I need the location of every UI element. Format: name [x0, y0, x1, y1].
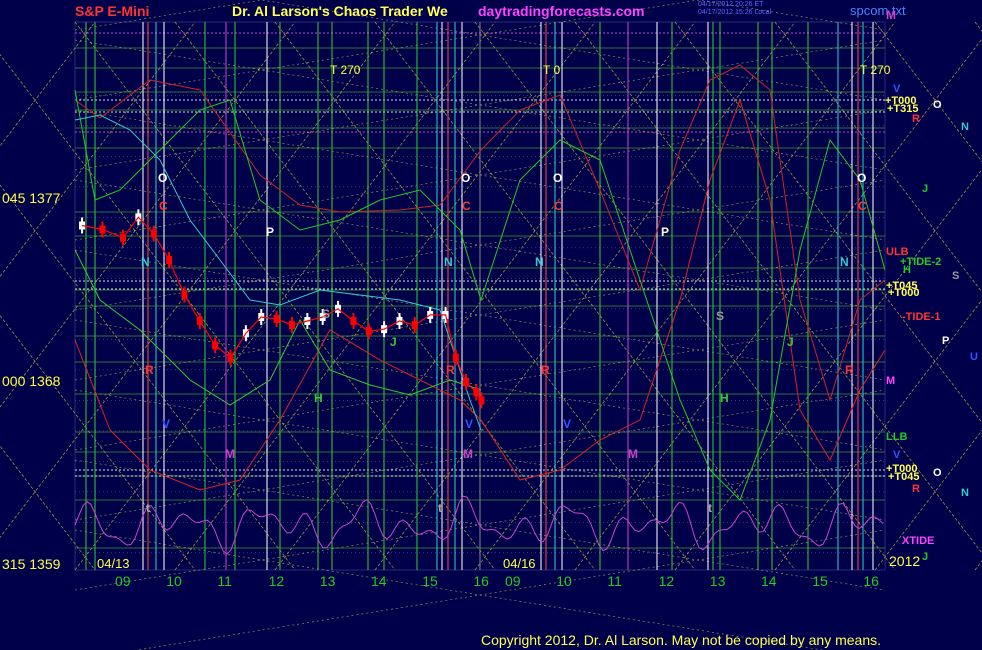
planet-letter: R [145, 363, 154, 377]
planet-letter: P [661, 225, 669, 239]
page-title: Dr. Al Larson's Chaos Trader We [232, 3, 448, 19]
x-tick-label: 13 [320, 573, 336, 589]
planet-letter: R [446, 363, 455, 377]
right-axis-label: +T000 [888, 287, 920, 299]
planet-letter: V [563, 417, 571, 431]
planet-letter: J [390, 335, 397, 349]
planet-letter: S [716, 309, 724, 323]
right-axis-label: V [893, 83, 901, 95]
x-tick-label: 12 [659, 573, 675, 589]
turn-label: T 0 [543, 63, 560, 77]
planet-letter: M [225, 447, 235, 461]
planet-letter: P [266, 225, 274, 239]
site-link[interactable]: daytradingforecasts.com [478, 3, 645, 19]
planet-letter: V [465, 417, 473, 431]
planet-letter: N [840, 255, 849, 269]
date-label: 2012 [889, 553, 920, 569]
x-tick-label: 13 [710, 573, 726, 589]
planet-letter: N [444, 255, 453, 269]
moving-line-up [974, 560, 982, 571]
right-axis-label: U [970, 351, 978, 363]
planet-letter: H [314, 391, 323, 405]
right-axis-label: O [933, 467, 942, 479]
data-file-name: spcom.txt [850, 3, 906, 18]
right-axis-label: +T045 [888, 471, 920, 483]
right-axis-label: R [912, 483, 920, 495]
right-axis-label: J [922, 551, 928, 563]
planet-letter: M [463, 447, 473, 461]
planet-letter: J [787, 335, 794, 349]
right-axis-label: LLB [886, 431, 907, 443]
planet-letter: t [438, 501, 442, 515]
x-tick-label: 10 [556, 573, 572, 589]
right-axis-label: N [961, 121, 969, 133]
x-tick-label: 14 [761, 573, 777, 589]
planet-letter: S [322, 307, 330, 321]
planet-letter: N [535, 255, 544, 269]
planet-letter: V [162, 417, 170, 431]
x-tick-label: 16 [863, 573, 879, 589]
planet-letter: t [708, 501, 712, 515]
right-axis-label: R [912, 113, 920, 125]
x-tick-label: 15 [812, 573, 828, 589]
planet-letter: O [553, 171, 562, 185]
right-axis-label: P [942, 335, 949, 347]
planet-letter: H [720, 391, 729, 405]
x-tick-label: 16 [473, 573, 489, 589]
right-axis-label: XTIDE [902, 535, 934, 547]
chart-window: 045 1377 000 1368 315 1359 09 10 11 12 13 14 15 16… [0, 0, 982, 650]
x-tick-label: 14 [371, 573, 387, 589]
right-axis-label: M [886, 375, 895, 387]
planet-letter: M [628, 447, 638, 461]
timestamp-line-2: 04/17/2012 15:26 Local [698, 9, 772, 16]
turn-label: T 270 [330, 63, 361, 77]
date-label: 04/16 [503, 556, 536, 571]
right-axis-label: H [903, 264, 911, 276]
x-tick-label: 11 [607, 573, 622, 589]
x-tick-label: 12 [269, 573, 285, 589]
planet-letter: C [159, 199, 168, 213]
planet-letter: R [845, 363, 854, 377]
y-tick-label: 315 1359 [2, 556, 61, 572]
right-axis-label: S [952, 270, 959, 282]
timestamp-line-1: 04/17/2012 20:26 ET [698, 1, 764, 8]
date-label: 04/13 [97, 556, 130, 571]
instrument-title: S&P E-Mini [75, 3, 150, 19]
planet-letter: C [858, 199, 867, 213]
corner-label: M [886, 8, 896, 22]
x-tick-label: 09 [505, 573, 521, 589]
x-tick-label: 09 [115, 573, 131, 589]
moving-line-down [974, 21, 982, 32]
right-axis-label: J [922, 183, 928, 195]
turn-label: T 270 [860, 63, 891, 77]
right-axis-label: -TIDE-1 [902, 311, 941, 323]
x-tick-label: 15 [422, 573, 438, 589]
planet-letter: C [554, 199, 563, 213]
chart-canvas[interactable]: 045 1377 000 1368 315 1359 09 10 11 12 13 14 15 16… [0, 0, 982, 650]
right-axis-label: O [933, 99, 942, 111]
y-tick-label: 000 1368 [2, 373, 61, 389]
planet-letter: O [857, 171, 866, 185]
planet-letter: C [462, 199, 471, 213]
planet-letter: t [146, 501, 150, 515]
planet-letter: O [158, 171, 167, 185]
y-tick-label: 045 1377 [2, 190, 61, 206]
right-axis-label: V [893, 449, 901, 461]
right-axis-label: N [961, 487, 969, 499]
x-tick-label: 10 [166, 573, 182, 589]
planet-letter: N [141, 255, 150, 269]
planet-letter: R [541, 363, 550, 377]
copyright-notice: Copyright 2012, Dr. Al Larson. May not b… [481, 632, 882, 648]
x-tick-label: 11 [217, 573, 232, 589]
planet-letter: O [461, 171, 470, 185]
